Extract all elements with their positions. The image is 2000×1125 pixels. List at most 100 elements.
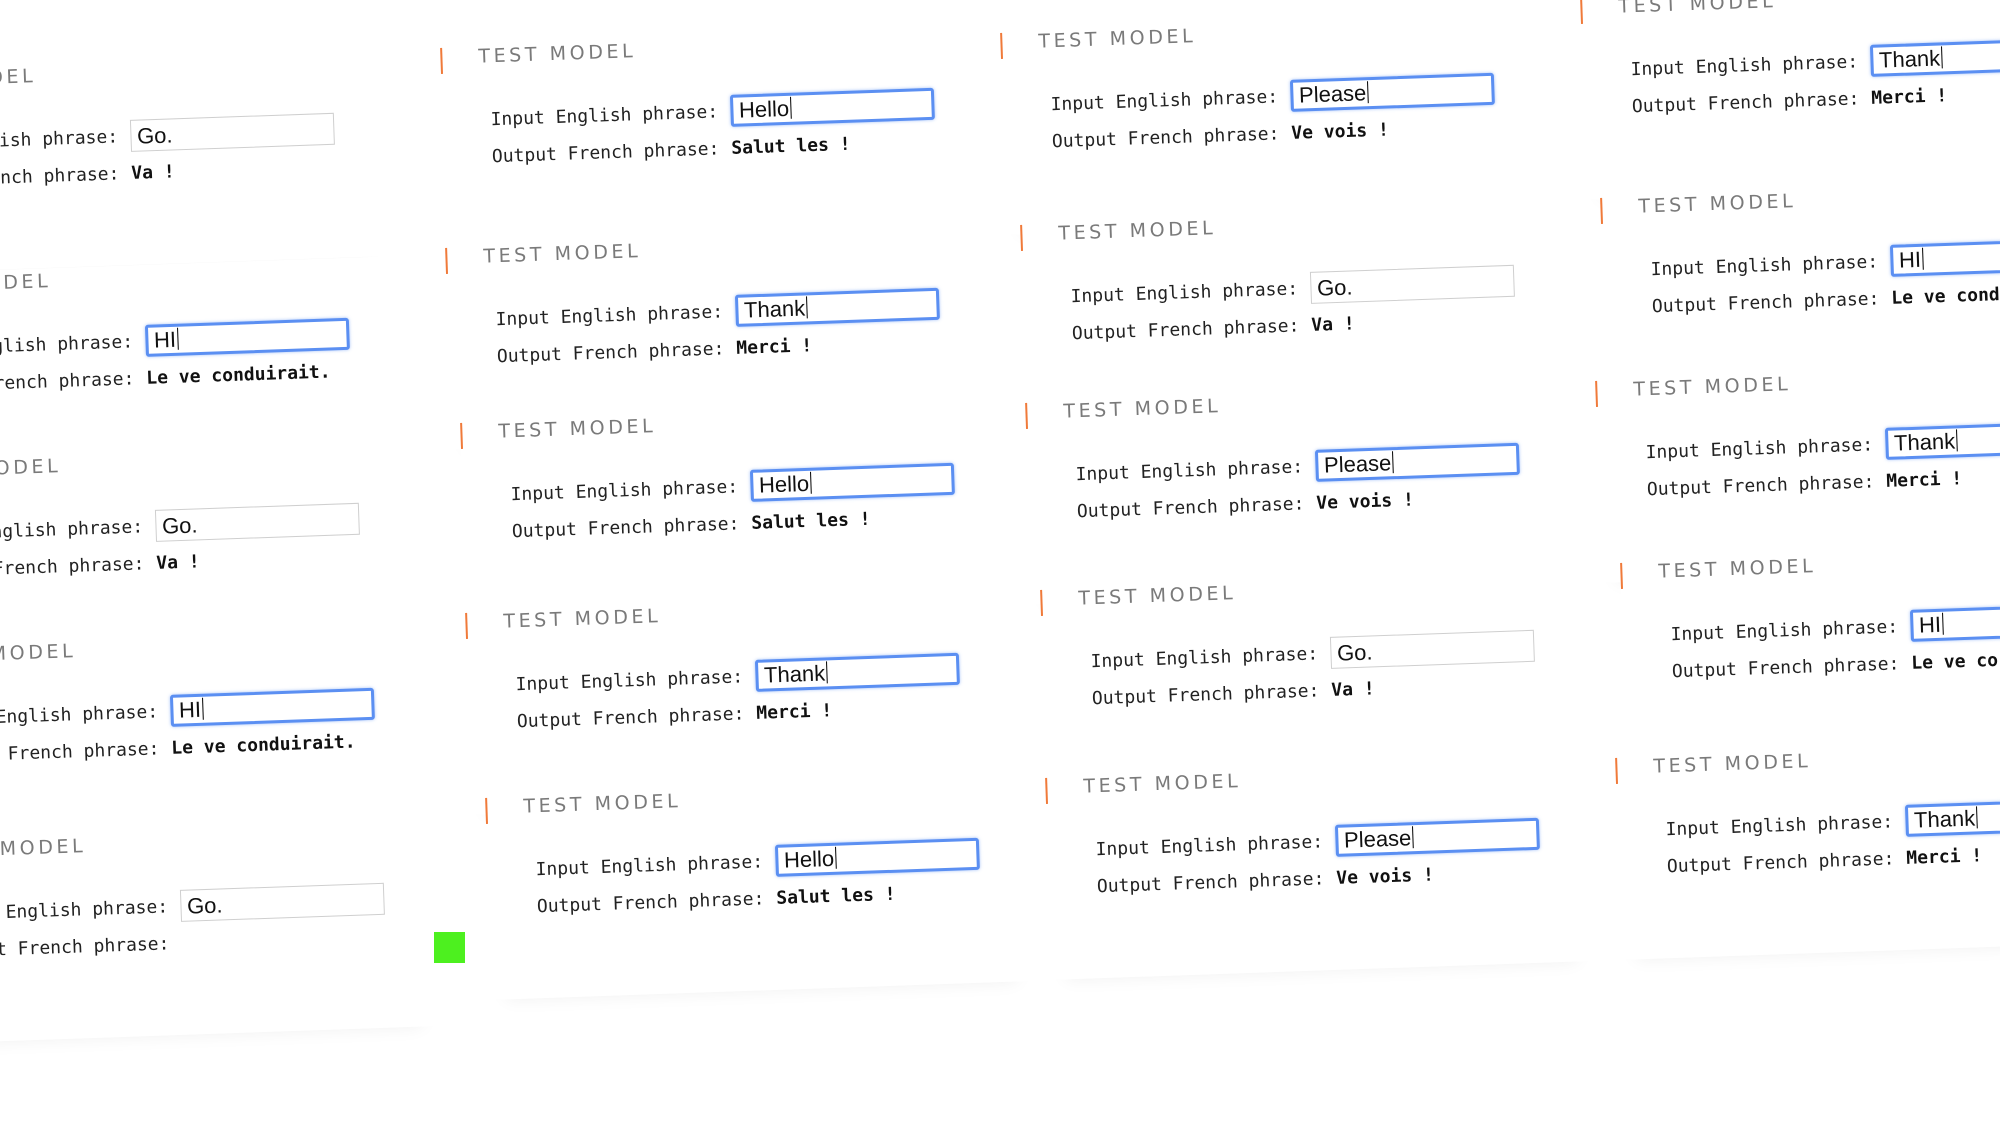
test-model-panel: TEST MODEL Input English phrase: Hello Outp… — [485, 776, 1032, 1000]
green-square-marker — [434, 932, 465, 963]
english-phrase-input[interactable]: Please — [1314, 442, 1520, 482]
test-model-panel: TEST MODEL Input English phrase: Please Out… — [1045, 756, 1592, 980]
input-row: Input English phrase: HI — [0, 687, 375, 735]
input-english-label: Input English phrase: — [510, 475, 739, 505]
output-row: Output French phrase: Le ve co — [1671, 649, 1999, 682]
input-english-label: Input English phrase: — [1665, 810, 1894, 840]
section-title: TEST MODEL — [1078, 582, 1237, 610]
output-french-label: Output French phrase: — [1671, 652, 1900, 682]
english-phrase-input[interactable]: Go. — [154, 502, 360, 542]
section-title: TEST MODEL — [1038, 25, 1197, 53]
input-row: Input English phrase: Go. — [1070, 264, 1515, 312]
input-english-label: Input English phrase: — [0, 700, 159, 730]
input-row: Input English phrase: Hello — [535, 837, 980, 885]
output-french-label: Output French phrase: — [0, 737, 160, 767]
output-french-label: Output French phrase: — [1071, 314, 1300, 344]
section-title: TEST MODEL — [1063, 395, 1222, 423]
input-english-label: Input English phrase: — [0, 125, 119, 155]
english-phrase-input[interactable]: HI — [1889, 237, 2000, 277]
english-phrase-input[interactable]: Thank — [754, 652, 960, 692]
section-title: TEST MODEL — [0, 835, 87, 862]
section-title: TEST MODEL — [503, 605, 662, 633]
input-row: Input English phrase: Thank — [495, 287, 940, 335]
english-phrase-input[interactable]: HI — [1909, 602, 2000, 642]
text-caret — [1975, 806, 1978, 829]
output-french-label: Output French phrase: — [0, 552, 145, 582]
english-phrase-input[interactable]: Please — [1334, 817, 1540, 857]
section-accent-bar — [460, 422, 464, 449]
french-phrase-output: Le ve conduirait. — [145, 360, 331, 389]
input-row: Input English phrase: Please — [1050, 72, 1495, 120]
output-row: Output French phrase: Va ! — [0, 550, 201, 582]
input-english-label: Input English phrase: — [1645, 433, 1874, 463]
section-title: TEST MODEL — [1638, 190, 1797, 218]
french-phrase-output: Salut les ! — [775, 883, 896, 909]
output-french-label: Output French phrase: — [0, 162, 120, 192]
input-row: Input English phrase: HI — [0, 317, 350, 365]
output-row: Output French phrase: Ve vois ! — [1077, 488, 1415, 522]
english-phrase-value: HI — [1918, 611, 1942, 638]
text-caret — [1941, 612, 1944, 635]
section-accent-bar — [465, 612, 469, 639]
output-row: Output French phrase: Va ! — [1092, 677, 1376, 709]
output-row: Output French phrase: Le ve conduirait. — [0, 360, 331, 397]
section-accent-bar — [1595, 380, 1599, 407]
english-phrase-input[interactable]: Hello — [774, 837, 980, 877]
english-phrase-input[interactable]: HI — [169, 687, 375, 727]
input-english-label: Input English phrase: — [490, 100, 719, 130]
section-title: TEST MODEL — [1658, 555, 1817, 583]
english-phrase-value: Hello — [738, 95, 790, 123]
text-caret — [825, 661, 828, 684]
input-row: Input English phrase: Please — [1095, 817, 1540, 865]
input-row: Input English phrase: Hello — [490, 87, 935, 135]
french-phrase-output: Va ! — [1330, 677, 1376, 701]
english-phrase-input[interactable]: Hello — [749, 462, 955, 502]
output-french-label: Output French phrase: — [491, 137, 720, 167]
input-row: Input English phrase: HI — [1650, 237, 2000, 285]
english-phrase-input[interactable]: Thank — [734, 287, 940, 327]
test-model-panel: TEST MODEL Input English phrase: Thank Outp… — [1580, 0, 2000, 200]
text-caret — [1921, 247, 1924, 270]
test-model-panel: TEST MODEL Input English phrase: Go. Output… — [0, 51, 387, 275]
english-phrase-input[interactable]: Thank — [1904, 797, 2000, 837]
english-phrase-input[interactable]: Thank — [1869, 37, 2000, 77]
french-phrase-output: Va ! — [155, 550, 201, 574]
section-title: TEST MODEL — [0, 455, 62, 482]
test-model-panel: TEST MODEL Input English phrase: Hello Outp… — [440, 26, 987, 250]
input-row: Input English phrase: Thank — [1630, 37, 2000, 85]
english-phrase-input[interactable]: Hello — [729, 87, 935, 127]
input-row: Input English phrase: HI — [1670, 602, 2000, 650]
input-english-label: Input English phrase: — [0, 330, 134, 360]
output-row: Output French phrase: Salut les ! — [492, 133, 851, 167]
section-accent-bar — [1045, 777, 1049, 804]
text-caret — [809, 471, 812, 494]
output-row: Output French phrase: Merci ! — [496, 334, 813, 367]
french-phrase-output: Ve vois ! — [1315, 488, 1415, 514]
output-french-label: Output French phrase: — [1051, 122, 1280, 152]
english-phrase-value: Thank — [1913, 805, 1976, 833]
english-phrase-input[interactable]: Go. — [1309, 264, 1515, 304]
french-phrase-output: Ve vois ! — [1335, 863, 1435, 889]
section-title: TEST MODEL — [1058, 217, 1217, 245]
output-row: Output French phrase: Va ! — [1071, 312, 1355, 344]
output-french-label: Output French phrase: — [496, 337, 725, 367]
text-caret — [1411, 826, 1414, 849]
output-row: Output French phrase: Le ve condu — [1652, 283, 2000, 317]
english-phrase-input[interactable]: Please — [1289, 72, 1495, 112]
english-phrase-input[interactable]: Go. — [1329, 629, 1535, 669]
section-title: TEST MODEL — [483, 240, 642, 268]
english-phrase-value: Go. — [186, 892, 223, 919]
english-phrase-input[interactable]: HI — [144, 317, 350, 357]
input-row: Input English phrase: Go. — [0, 502, 360, 550]
test-model-panel: TEST MODEL Input English phrase: Thank Outp… — [1615, 736, 2000, 960]
section-title: TEST MODEL — [0, 270, 52, 297]
english-phrase-input[interactable]: Go. — [179, 882, 385, 922]
english-phrase-input[interactable]: Thank — [1884, 420, 2000, 460]
text-caret — [834, 846, 837, 869]
input-english-label: Input English phrase: — [535, 850, 764, 880]
test-model-panel: TEST MODEL Input English phrase: Please Out… — [1000, 11, 1547, 235]
input-english-label: Input English phrase: — [1050, 85, 1279, 115]
english-phrase-input[interactable]: Go. — [129, 112, 335, 152]
english-phrase-value: Hello — [783, 845, 835, 873]
french-phrase-output: Merci ! — [1905, 844, 1983, 869]
